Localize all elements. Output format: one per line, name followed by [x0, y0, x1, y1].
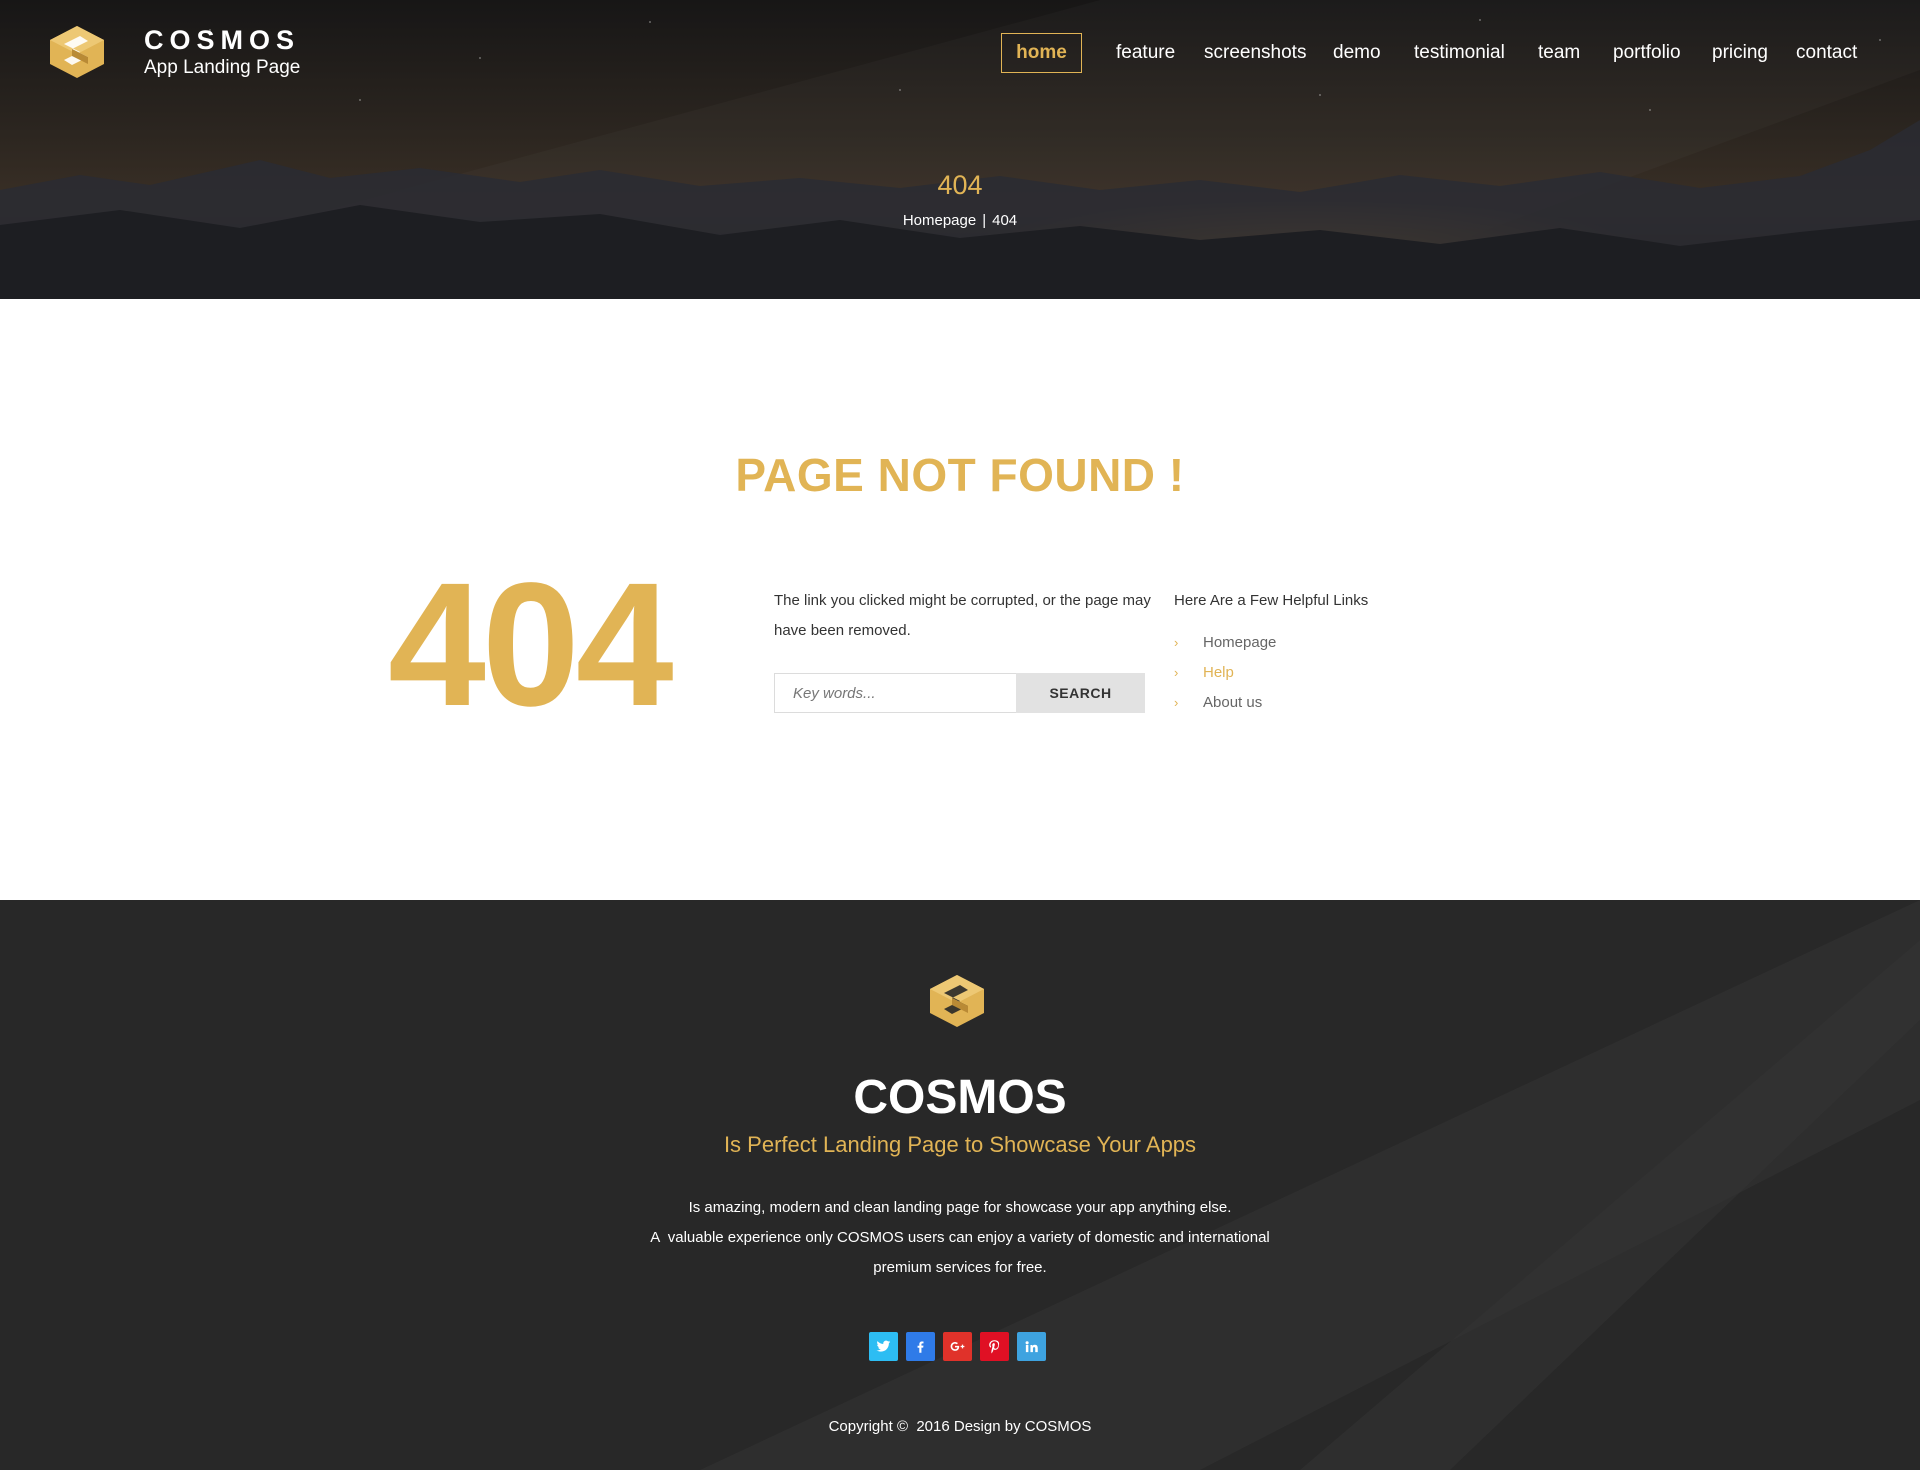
footer-desc-line: Is amazing, modern and clean landing pag… — [688, 1199, 1232, 1216]
nav-feature[interactable]: feature — [1116, 33, 1175, 73]
breadcrumb-current: 404 — [992, 212, 1018, 229]
nav-pricing[interactable]: pricing — [1712, 33, 1768, 73]
facebook-icon[interactable] — [906, 1332, 935, 1361]
nav-screenshots[interactable]: screenshots — [1204, 33, 1306, 73]
link-help[interactable]: Help — [1203, 658, 1234, 688]
link-about-us[interactable]: About us — [1203, 688, 1262, 718]
hero-banner: COSMOS App Landing Page home feature scr… — [0, 0, 1920, 299]
error-message: The link you clicked might be corrupted,… — [774, 592, 1151, 639]
list-item: › Homepage — [1174, 628, 1434, 658]
list-item: › About us — [1174, 688, 1434, 718]
footer-brand: COSMOS — [853, 1071, 1067, 1124]
chevron-right-icon: › — [1174, 665, 1179, 680]
cosmos-logo-icon — [930, 975, 984, 1027]
chevron-right-icon: › — [1174, 635, 1179, 650]
breadcrumb-separator: | — [982, 212, 987, 229]
breadcrumb-home[interactable]: Homepage — [903, 212, 976, 229]
error-code: 404 — [388, 547, 674, 743]
chevron-right-icon: › — [1174, 695, 1179, 710]
footer: COSMOS Is Perfect Landing Page to Showca… — [0, 900, 1920, 1470]
nav-portfolio[interactable]: portfolio — [1613, 33, 1681, 73]
social-links — [869, 1332, 1046, 1361]
breadcrumb: Homepage | 404 — [0, 212, 1920, 229]
nav-demo[interactable]: demo — [1333, 33, 1381, 73]
footer-desc-line: premium services for free. — [873, 1259, 1047, 1276]
copyright: Copyright © 2016 Design by COSMOS — [828, 1418, 1092, 1435]
brand-subtitle: App Landing Page — [144, 57, 301, 78]
footer-tagline: Is Perfect Landing Page to Showcase Your… — [723, 1132, 1197, 1157]
list-item: › Help — [1174, 658, 1434, 688]
nav-contact[interactable]: contact — [1796, 33, 1857, 73]
google-plus-icon[interactable] — [943, 1332, 972, 1361]
pinterest-icon[interactable] — [980, 1332, 1009, 1361]
brand-logo[interactable]: COSMOS App Landing Page — [46, 24, 300, 80]
nav-team[interactable]: team — [1538, 33, 1580, 73]
search-form: SEARCH — [774, 673, 1145, 713]
footer-description: Is amazing, modern and clean landing pag… — [0, 1193, 1920, 1283]
brand-name: COSMOS — [144, 25, 301, 55]
nav-home[interactable]: home — [1001, 33, 1082, 73]
twitter-icon[interactable] — [869, 1332, 898, 1361]
helpful-links-title: Here Are a Few Helpful Links — [1174, 592, 1369, 609]
search-button[interactable]: SEARCH — [1016, 673, 1145, 713]
linkedin-icon[interactable] — [1017, 1332, 1046, 1361]
cosmos-logo-icon — [50, 26, 104, 78]
helpful-links: Here Are a Few Helpful Links › Homepage … — [1174, 588, 1434, 718]
page-not-found-heading: PAGE NOT FOUND ! — [735, 449, 1185, 501]
hero-title: 404 — [937, 170, 983, 200]
search-input[interactable] — [774, 673, 1016, 713]
nav-testimonial[interactable]: testimonial — [1414, 33, 1505, 73]
footer-desc-line: A valuable experience only COSMOS users … — [650, 1229, 1270, 1246]
link-homepage[interactable]: Homepage — [1203, 628, 1276, 658]
